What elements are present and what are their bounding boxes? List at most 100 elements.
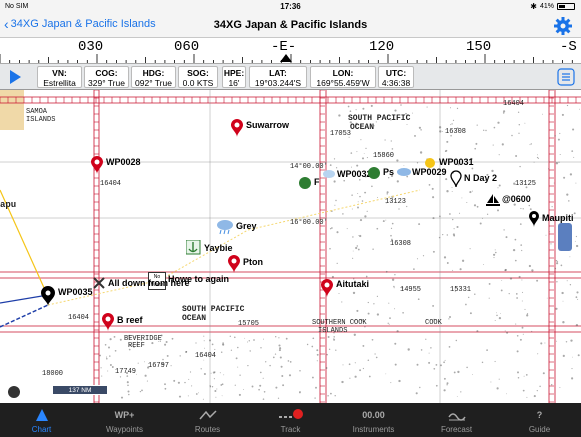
tab-routes[interactable]: Routes	[166, 403, 249, 437]
gear-icon[interactable]	[553, 16, 573, 36]
compass-heading-150: 150	[466, 39, 492, 55]
cloud-icon	[323, 170, 335, 178]
chart-label-reef: REEF	[128, 342, 145, 350]
info-cog: COG: 329° True	[84, 66, 129, 88]
sailboat-icon	[486, 194, 500, 206]
chart-label-ocean: OCEAN	[350, 123, 375, 132]
status-bar: No SIM 17:36 ✱ 41%	[0, 0, 581, 14]
scale-bar: 137 NM	[52, 385, 108, 395]
waypoint-label: Pton	[243, 257, 263, 267]
depth-sounding: 16404	[503, 100, 525, 108]
compass-ticks	[0, 54, 573, 63]
tab-bar: Chart WP+ Waypoints Routes Track 00.00 I…	[0, 403, 581, 437]
depth-sounding: 17749	[115, 368, 137, 376]
map-pin-icon	[102, 313, 114, 331]
page-title: 34XG Japan & Pacific Islands	[213, 19, 368, 31]
chart-label-cook: COOK	[425, 319, 442, 327]
info-vn: VN: Estrellita	[37, 66, 82, 88]
instruments-icon: 00.00	[362, 410, 385, 420]
chart-arrow-icon	[0, 406, 83, 424]
map-pin-icon	[321, 279, 333, 297]
map-pin-icon	[231, 119, 243, 137]
tab-forecast[interactable]: Forecast	[415, 403, 498, 437]
land-area	[0, 90, 24, 130]
tab-label: Instruments	[352, 425, 395, 434]
green-marker-icon	[299, 177, 311, 189]
tab-label: Chart	[31, 425, 52, 434]
green-marker-icon	[368, 167, 380, 179]
tab-label: Forecast	[440, 425, 473, 434]
chart-grid	[0, 90, 581, 403]
compass-heading-east: -E-	[271, 39, 297, 55]
info-icon[interactable]	[8, 386, 20, 398]
waypoint-label: WP0028	[106, 157, 141, 167]
info-lat: LAT: 19°03.244'S	[249, 66, 307, 88]
clock: 17:36	[280, 2, 301, 11]
info-utc: UTC: 4:36:38	[378, 66, 414, 88]
chart-label-samoa: SAMOA	[26, 108, 48, 116]
waypoint-label: Grey	[236, 221, 257, 231]
tab-track[interactable]: Track	[249, 403, 332, 437]
track-icon	[249, 406, 332, 424]
map-pin-icon	[228, 255, 240, 273]
cloud-rain-icon	[217, 220, 233, 235]
depth-sounding: 16308	[390, 240, 412, 248]
info-sog: SOG: 0.0 KTS	[178, 66, 218, 88]
chart-label-islands: ISLANDS	[26, 116, 56, 124]
depth-sounding: 16404	[68, 314, 90, 322]
tab-label: Guide	[528, 425, 551, 434]
nautical-chart[interactable]: SAMOA ISLANDS apu SOUTH PACIFIC OCEAN SO…	[0, 90, 581, 403]
map-pin-icon	[529, 211, 539, 227]
waypoint-label: WP0035	[58, 287, 93, 297]
depth-sounding: 13125	[515, 180, 537, 188]
battery-percent: 41%	[539, 3, 554, 10]
play-icon[interactable]	[10, 70, 21, 84]
tab-instruments[interactable]: 00.00 Instruments	[332, 403, 415, 437]
list-icon[interactable]	[557, 68, 575, 86]
compass-heading-030: 030	[78, 39, 104, 55]
depth-sounding: 16797	[148, 362, 170, 370]
depth-sounding: 13123	[385, 198, 407, 206]
depth-sounding: 16404	[100, 180, 122, 188]
waypoint-label: All down from here	[108, 278, 190, 288]
tab-label: Track	[280, 425, 301, 434]
compass-strip[interactable]: 030 060 -E- 120 150 -S	[0, 38, 581, 64]
chart-label-southern-cook: SOUTHERN COOK	[312, 319, 367, 327]
depth-sounding: 15860	[373, 152, 395, 160]
chart-coord-label: 16°00.00'	[290, 219, 328, 227]
waypoint-label: F	[314, 177, 320, 187]
heading-pointer-icon	[280, 54, 292, 62]
cloud-icon	[397, 168, 411, 176]
map-pin-icon	[41, 286, 55, 306]
waypoint-label: Maupiti	[542, 213, 574, 223]
waypoint-label: Aitutaki	[336, 279, 370, 289]
tab-guide[interactable]: ? Guide	[498, 403, 581, 437]
depth-sounding: 16404	[195, 352, 217, 360]
compass-heading-south: -S	[560, 39, 577, 55]
waypoint-label: Suwarrow	[246, 120, 290, 130]
routes-icon	[166, 406, 249, 424]
forecast-icon	[415, 406, 498, 424]
map-pin-icon	[450, 170, 462, 188]
waypoint-label: B reef	[117, 315, 143, 325]
info-lon: LON: 169°55.459'W	[310, 66, 376, 88]
battery-indicator: ✱ 41%	[530, 2, 575, 11]
info-hpe: HPE: 16'	[222, 66, 246, 88]
zoom-control[interactable]	[558, 223, 572, 251]
waypoint-label: @0600	[502, 194, 531, 204]
depth-sounding: 16308	[445, 128, 467, 136]
tab-chart[interactable]: Chart	[0, 403, 83, 437]
chart-label-apu: apu	[0, 200, 17, 210]
map-pin-icon	[91, 156, 103, 174]
depth-sounding: 17053	[330, 130, 352, 138]
anchorage-icon	[186, 240, 201, 255]
cross-marker-icon	[93, 277, 105, 289]
battery-fill	[559, 5, 565, 8]
chart-label-south-pacific-2: SOUTH PACIFIC	[182, 305, 245, 314]
chart-label-south-pacific: SOUTH PACIFIC	[348, 114, 411, 123]
waypoint-label: WP0031	[439, 157, 474, 167]
tab-waypoints[interactable]: WP+ Waypoints	[83, 403, 166, 437]
compass-heading-120: 120	[369, 39, 395, 55]
tab-label: Waypoints	[105, 425, 144, 434]
instrument-bar: VN: Estrellita COG: 329° True HDG: 092° Tru…	[0, 64, 581, 90]
